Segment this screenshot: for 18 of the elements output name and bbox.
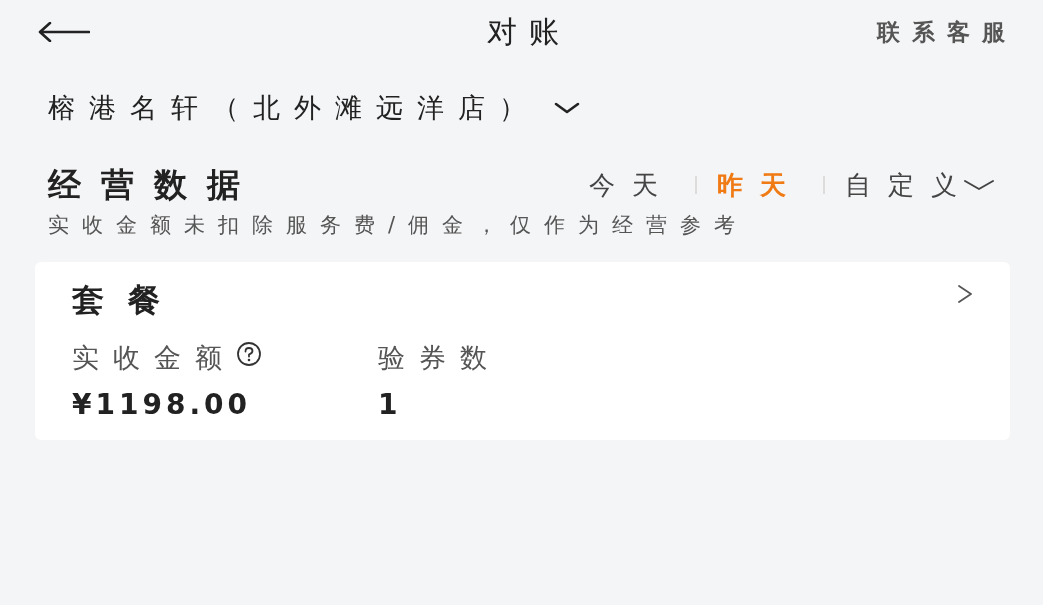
chevron-right-icon bbox=[957, 285, 973, 303]
date-tab[interactable]: 自定义 bbox=[845, 167, 995, 203]
chevron-down-icon bbox=[554, 102, 580, 114]
help-icon[interactable] bbox=[236, 342, 262, 366]
package-card[interactable]: 套餐 实收金额 ¥1198.00 验券数 1 bbox=[35, 262, 1010, 440]
page-title: 对账 bbox=[487, 13, 571, 51]
chevron-down-icon bbox=[963, 179, 995, 191]
back-arrow-icon[interactable] bbox=[38, 22, 90, 42]
metric-value: ¥1198.00 bbox=[72, 388, 251, 422]
metric-label: 验券数 bbox=[378, 341, 501, 375]
note-text: 实收金额未扣除服务费/佣金，仅作为经营参考 bbox=[48, 212, 749, 239]
section-title: 经营数据 bbox=[48, 164, 260, 206]
store-selector[interactable]: 榕港名轩（北外滩远洋店） bbox=[48, 88, 580, 128]
contact-service-link[interactable]: 联系客服 bbox=[877, 15, 1017, 49]
card-title: 套餐 bbox=[72, 280, 184, 320]
metric-label: 实收金额 bbox=[72, 341, 236, 375]
date-tab[interactable]: 今天 bbox=[589, 167, 675, 203]
metric-value: 1 bbox=[378, 388, 402, 422]
